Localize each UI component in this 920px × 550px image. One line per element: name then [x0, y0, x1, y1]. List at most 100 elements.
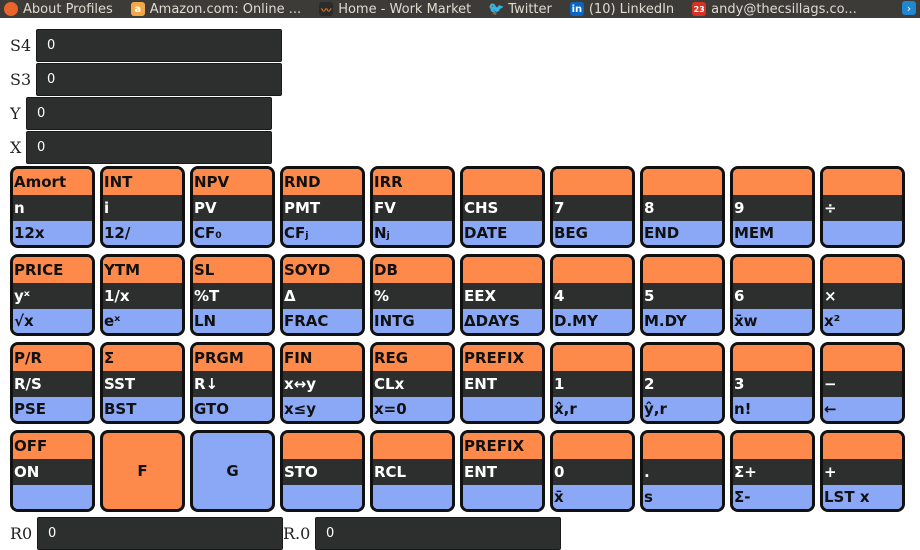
key-top-label: [553, 257, 632, 283]
key-mid-label: yˣ: [13, 283, 92, 309]
key-r3-c7-button[interactable]: .s: [640, 430, 725, 512]
key-bot-label: CFⱼ: [283, 221, 362, 245]
key-r1-c5-button[interactable]: EEX ΔDAYS: [460, 254, 545, 336]
key-mid-label: SST: [103, 371, 182, 397]
key-r3-c4-button[interactable]: RCL: [370, 430, 455, 512]
key-r3-c0-button[interactable]: OFF ON: [10, 430, 95, 512]
key-r2-c3-button[interactable]: FIN x↔y x≤y: [280, 342, 365, 424]
key-bot-label: [283, 485, 362, 509]
key-r1-c6-button[interactable]: 4 D.MY: [550, 254, 635, 336]
key-mid-label: 0: [553, 459, 632, 485]
key-r0-c3-button[interactable]: RND PMT CFⱼ: [280, 166, 365, 248]
register-r-dot-0: R.0 0: [283, 517, 561, 550]
key-r0-c6-button[interactable]: 7 BEG: [550, 166, 635, 248]
bookmark-amazon[interactable]: a Amazon.com: Online ...: [127, 2, 301, 17]
key-top-label: [553, 433, 632, 459]
bookmark-calendar[interactable]: 23 andy@thecsillags.co...: [688, 2, 857, 17]
key-top-label: PREFIX: [463, 433, 542, 459]
key-mid-label: %: [373, 283, 452, 309]
register-x-field[interactable]: 0: [26, 131, 272, 164]
register-y-field[interactable]: 0: [26, 97, 272, 130]
key-r2-c6-button[interactable]: 1 x̂,r: [550, 342, 635, 424]
key-r2-c0-button[interactable]: P/R R/S PSE: [10, 342, 95, 424]
key-r3-c9-button[interactable]: + LST x: [820, 430, 905, 512]
key-r1-c8-button[interactable]: 6 x̄w: [730, 254, 815, 336]
key-mid-label: 6: [733, 283, 812, 309]
key-r0-c0-button[interactable]: Amort n 12x: [10, 166, 95, 248]
chevron-right-icon[interactable]: ›: [902, 1, 916, 15]
key-r0-c1-button[interactable]: INT i 12/: [100, 166, 185, 248]
key-top-label: [733, 345, 812, 371]
key-r2-c9-button[interactable]: − ←: [820, 342, 905, 424]
key-r1-c3-button[interactable]: SOYD Δ FRAC: [280, 254, 365, 336]
register-s4: S4 0: [10, 29, 282, 62]
key-mid-label: 9: [733, 195, 812, 221]
key-top-label: [643, 169, 722, 195]
key-r2-c5-button[interactable]: PREFIX ENT: [460, 342, 545, 424]
key-r2-c7-button[interactable]: 2 ŷ,r: [640, 342, 725, 424]
key-bot-label: INTG: [373, 309, 452, 333]
twitter-icon: 🐦: [488, 1, 505, 17]
key-r0-c4-button[interactable]: IRR FV Nⱼ: [370, 166, 455, 248]
key-r3-c5-button[interactable]: PREFIX ENT: [460, 430, 545, 512]
key-r3-c8-button[interactable]: Σ+ Σ-: [730, 430, 815, 512]
key-r0-c2-button[interactable]: NPV PV CF₀: [190, 166, 275, 248]
key-f-button[interactable]: F: [100, 430, 185, 512]
register-r-dot-0-field[interactable]: 0: [315, 517, 561, 550]
key-r0-c8-button[interactable]: 9 MEM: [730, 166, 815, 248]
key-top-label: [823, 345, 902, 371]
bookmark-work-market[interactable]: 〰 Home - Work Market: [315, 2, 471, 17]
key-bot-label: ΔDAYS: [463, 309, 542, 333]
key-r1-c7-button[interactable]: 5 M.DY: [640, 254, 725, 336]
key-r3-c3-button[interactable]: STO: [280, 430, 365, 512]
key-bot-label: x̄: [553, 485, 632, 509]
register-r0: R0 0: [10, 517, 283, 550]
key-mid-label: 3: [733, 371, 812, 397]
bookmark-label: (10) LinkedIn: [588, 1, 675, 17]
key-r2-c8-button[interactable]: 3 n!: [730, 342, 815, 424]
key-top-label: PREFIX: [463, 345, 542, 371]
key-bot-label: eˣ: [103, 309, 182, 333]
key-bot-label: BEG: [553, 221, 632, 245]
key-label: F: [137, 462, 148, 480]
key-r2-c2-button[interactable]: PRGM R↓ GTO: [190, 342, 275, 424]
key-mid-label: +: [823, 459, 902, 485]
register-s4-field[interactable]: 0: [36, 29, 282, 62]
bookmark-linkedin[interactable]: in (10) LinkedIn: [566, 2, 674, 17]
key-mid-label: −: [823, 371, 902, 397]
key-label: G: [226, 462, 239, 480]
register-s3-field[interactable]: 0: [36, 63, 282, 96]
register-x: X 0: [10, 131, 272, 164]
key-r1-c0-button[interactable]: PRICE yˣ √x: [10, 254, 95, 336]
key-bot-label: [823, 221, 902, 245]
key-bot-label: LN: [193, 309, 272, 333]
key-mid-label: STO: [283, 459, 362, 485]
register-r0-field[interactable]: 0: [37, 517, 283, 550]
key-mid-label: 1/x: [103, 283, 182, 309]
key-r0-c5-button[interactable]: CHS DATE: [460, 166, 545, 248]
key-mid-label: .: [643, 459, 722, 485]
key-mid-label: 4: [553, 283, 632, 309]
key-bot-label: FRAC: [283, 309, 362, 333]
key-top-label: [643, 345, 722, 371]
key-top-label: SOYD: [283, 257, 362, 283]
key-r1-c1-button[interactable]: YTM 1/x eˣ: [100, 254, 185, 336]
key-r2-c4-button[interactable]: REG CLx x=0: [370, 342, 455, 424]
key-mid-label: FV: [373, 195, 452, 221]
bookmark-twitter[interactable]: 🐦 Twitter: [485, 2, 552, 17]
linkedin-icon: in: [569, 2, 584, 16]
key-g-button[interactable]: G: [190, 430, 275, 512]
key-r1-c2-button[interactable]: SL %T LN: [190, 254, 275, 336]
key-r2-c1-button[interactable]: Σ SST BST: [100, 342, 185, 424]
key-r0-c7-button[interactable]: 8 END: [640, 166, 725, 248]
key-mid-label: %T: [193, 283, 272, 309]
key-top-label: [733, 257, 812, 283]
bookmark-about-profiles[interactable]: About Profiles: [0, 2, 113, 17]
register-x-label: X: [10, 138, 22, 157]
key-r1-c4-button[interactable]: DB% INTG: [370, 254, 455, 336]
key-r1-c9-button[interactable]: × x²: [820, 254, 905, 336]
key-top-label: FIN: [283, 345, 362, 371]
key-r0-c9-button[interactable]: ÷: [820, 166, 905, 248]
key-bot-label: 12x: [13, 221, 92, 245]
key-r3-c6-button[interactable]: 0 x̄: [550, 430, 635, 512]
